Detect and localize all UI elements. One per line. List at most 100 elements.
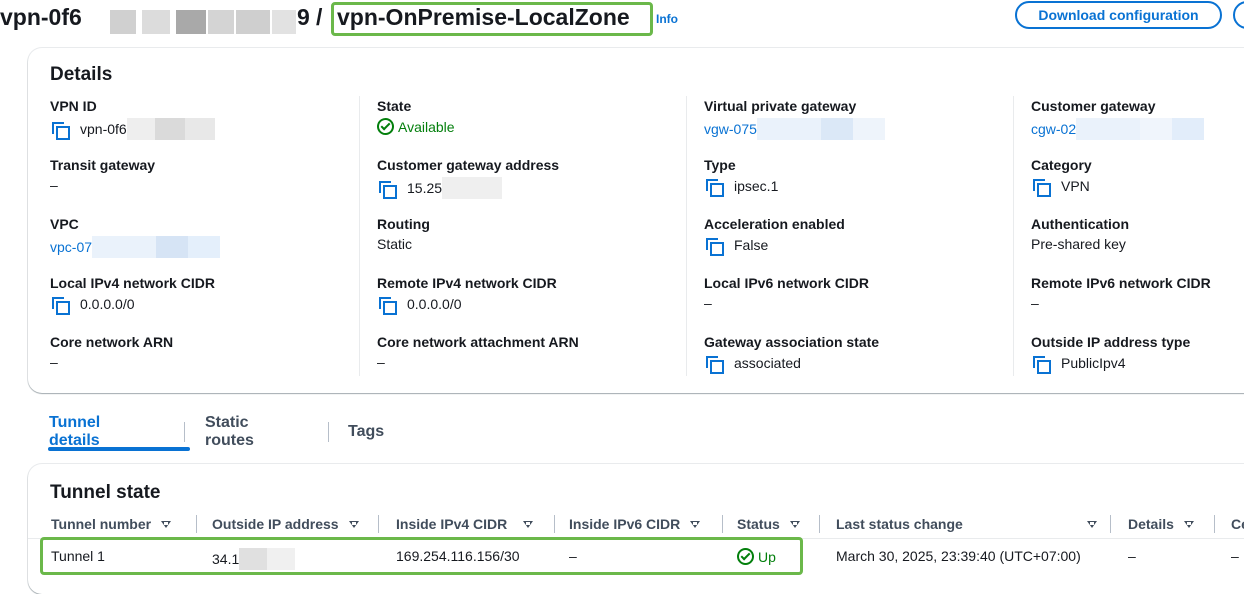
actions-button[interactable] — [1233, 1, 1244, 29]
category-value: VPN — [1061, 178, 1090, 194]
column-resizer[interactable] — [722, 515, 723, 533]
sort-caret-icon — [161, 520, 172, 528]
details-heading: Details — [50, 64, 113, 85]
field-remote-ipv6-cidr: Remote IPv6 network CIDR – — [1031, 275, 1244, 311]
redacted-block — [1172, 118, 1205, 140]
field-label: Routing — [377, 216, 430, 232]
gateway-association-state-value: associated — [734, 355, 801, 371]
redacted-block — [272, 10, 296, 34]
redacted-block — [110, 10, 136, 34]
column-header-label: Ce — [1231, 516, 1244, 532]
copy-icon[interactable] — [1031, 354, 1051, 374]
tab-static-routes[interactable]: Static routes — [205, 414, 254, 450]
column-header-tunnel-number[interactable]: Tunnel number — [51, 516, 172, 532]
field-authentication: Authentication Pre-shared key — [1031, 216, 1244, 252]
field-vpn-id: VPN ID vpn-0f6 — [50, 98, 350, 140]
field-label: Acceleration enabled — [704, 216, 845, 232]
column-header-status[interactable]: Status — [737, 516, 800, 532]
redacted-block — [156, 236, 189, 258]
tab-tags[interactable]: Tags — [348, 414, 384, 450]
customer-gateway-link[interactable]: cgw-02 — [1031, 121, 1076, 137]
column-header-label: Status — [737, 516, 780, 532]
column-header-details[interactable]: Details — [1128, 516, 1194, 532]
column-divider — [686, 96, 687, 376]
customer-gateway-address-value: 15.25 — [407, 180, 443, 196]
field-label: Category — [1031, 157, 1092, 173]
field-label: Virtual private gateway — [704, 98, 857, 114]
core-network-arn-value: – — [50, 354, 58, 370]
virtual-private-gateway-link[interactable]: vgw-075 — [704, 121, 757, 137]
copy-icon[interactable] — [704, 354, 724, 374]
redacted-block — [184, 118, 215, 140]
column-resizer[interactable] — [378, 515, 379, 533]
title-separator: / — [316, 4, 323, 30]
field-label: Outside IP address type — [1031, 334, 1191, 350]
column-divider — [359, 96, 360, 376]
copy-icon[interactable] — [377, 179, 397, 199]
field-label: Customer gateway — [1031, 98, 1156, 114]
field-label: Core network ARN — [50, 334, 174, 350]
column-resizer[interactable] — [1214, 515, 1215, 533]
column-resizer[interactable] — [196, 515, 197, 533]
copy-icon[interactable] — [377, 295, 397, 315]
copy-icon[interactable] — [50, 295, 70, 315]
column-header-label: Details — [1128, 516, 1174, 532]
field-core-network-attachment-arn: Core network attachment ARN – — [377, 334, 677, 370]
field-label: Local IPv4 network CIDR — [50, 275, 215, 291]
field-routing: Routing Static — [377, 216, 677, 252]
column-header-label: Last status change — [836, 516, 963, 532]
sort-caret-icon — [348, 520, 359, 528]
vpc-link[interactable]: vpc-07 — [50, 239, 92, 255]
field-acceleration-enabled: Acceleration enabled False — [704, 216, 1004, 256]
copy-icon[interactable] — [704, 177, 724, 197]
field-label: State — [377, 98, 412, 114]
field-label: Gateway association state — [704, 334, 880, 350]
vpn-id-value: vpn-0f6 — [80, 121, 127, 137]
remote-ipv4-cidr-value: 0.0.0.0/0 — [407, 296, 462, 312]
column-header-certificate[interactable]: Ce — [1231, 516, 1244, 532]
tunnel-state-heading: Tunnel state — [50, 482, 161, 503]
field-label: Authentication — [1031, 216, 1129, 232]
column-header-outside-ip-address[interactable]: Outside IP address — [212, 516, 359, 532]
sort-caret-icon — [789, 520, 800, 528]
cell-certificate: – — [1231, 548, 1239, 564]
cell-last-status-change: March 30, 2025, 23:39:40 (UTC+07:00) — [836, 548, 1081, 564]
redacted-block — [852, 118, 885, 140]
copy-icon[interactable] — [704, 236, 724, 256]
field-local-ipv6-cidr: Local IPv6 network CIDR – — [704, 275, 1004, 311]
field-transit-gateway: Transit gateway – — [50, 157, 350, 193]
column-resizer[interactable] — [554, 515, 555, 533]
column-header-inside-ipv4-cidr[interactable]: Inside IPv4 CIDR — [396, 516, 534, 532]
cell-details: – — [1128, 548, 1136, 564]
status-success-icon — [377, 118, 394, 135]
column-resizer[interactable] — [819, 515, 820, 533]
tab-tunnel-details[interactable]: Tunnel details — [49, 414, 100, 450]
details-container: Details VPN ID vpn-0f6 Transit gateway –… — [28, 48, 1244, 393]
redacted-block — [236, 10, 270, 34]
column-header-last-status-change[interactable]: Last status change — [836, 516, 1097, 532]
state-value: Available — [398, 118, 455, 135]
download-configuration-button[interactable]: Download configuration — [1015, 1, 1222, 29]
page-header: vpn-0f6 9 / vpn-OnPremise-LocalZone Info… — [0, 0, 1244, 40]
field-core-network-arn: Core network ARN – — [50, 334, 350, 370]
active-tab-indicator — [48, 447, 190, 451]
redacted-block — [126, 118, 155, 140]
field-gateway-association-state: Gateway association state associated — [704, 334, 1004, 374]
local-ipv4-cidr-value: 0.0.0.0/0 — [80, 296, 135, 312]
copy-icon[interactable] — [1031, 177, 1051, 197]
sort-caret-icon — [690, 520, 701, 528]
column-header-inside-ipv6-cidr[interactable]: Inside IPv6 CIDR — [569, 516, 701, 532]
authentication-value: Pre-shared key — [1031, 236, 1126, 252]
field-label: Type — [704, 157, 736, 173]
info-link[interactable]: Info — [656, 12, 678, 26]
column-header-label: Outside IP address — [212, 516, 339, 532]
column-resizer[interactable] — [1110, 515, 1111, 533]
transit-gateway-value: – — [50, 177, 58, 193]
field-label: Core network attachment ARN — [377, 334, 579, 350]
field-vpc: VPC vpc-07 — [50, 216, 350, 258]
copy-icon[interactable] — [50, 120, 70, 140]
field-type: Type ipsec.1 — [704, 157, 1004, 197]
field-label: VPN ID — [50, 98, 97, 114]
field-remote-ipv4-cidr: Remote IPv4 network CIDR 0.0.0.0/0 — [377, 275, 677, 315]
field-customer-gateway: Customer gateway cgw-02 — [1031, 98, 1244, 140]
